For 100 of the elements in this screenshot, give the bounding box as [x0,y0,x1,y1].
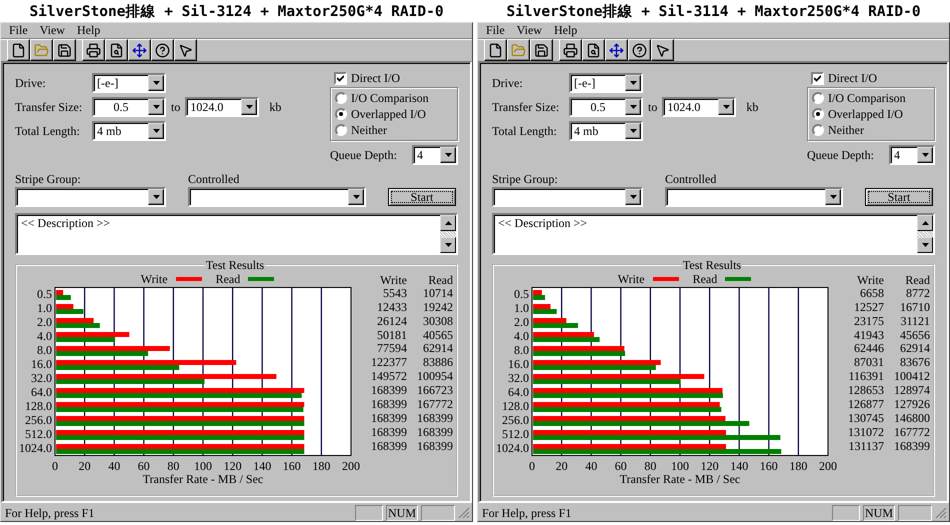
table-cell-text: 62446 [853,341,884,356]
category-label: 256.0 [25,413,52,427]
tick-label: 0 [529,459,535,473]
menu-item[interactable]: View [512,23,546,38]
menu-item[interactable]: Help [550,23,582,38]
radio-button[interactable] [812,108,824,120]
open-button[interactable] [507,39,530,61]
table-cell-text: 62914 [422,341,453,356]
table-cell-text: 26124 [376,314,407,328]
table-cell-text: 168399 [370,438,407,453]
scrollbar[interactable] [917,215,933,253]
magnifier-page-icon [109,42,124,58]
table-cell-text: 30308 [422,314,453,328]
print-button[interactable] [82,39,105,61]
total-length-dropdown[interactable]: 4 mb [569,121,643,141]
legend-label: Write [618,272,645,286]
field-label: Drive: [15,76,47,90]
caret-icon [630,105,636,109]
panel-title: Test Results [682,259,742,271]
table-cell-text: 12433 [376,300,407,314]
menu-item[interactable]: File [482,23,509,38]
controlled-dropdown[interactable] [665,187,843,207]
field-label: Stripe Group: [492,172,559,186]
category-label: 16.0 [508,357,529,371]
pointer-icon [178,42,193,58]
legend-label: Read [216,272,240,286]
table-cell-text: 62914 [899,341,930,356]
menu-item[interactable]: Help [72,23,104,38]
open-button[interactable] [30,39,53,61]
size-grip-icon [935,507,947,519]
context-help-button[interactable] [174,39,197,61]
radio-button[interactable] [335,124,347,136]
save-button[interactable] [530,39,553,61]
move-button[interactable] [128,39,151,61]
tick-label: 120 [700,459,719,473]
transfer-size-dropdown[interactable]: 0.5 [92,97,166,117]
menu-item[interactable]: File [5,23,32,38]
table-cell-text: 116391 [847,369,884,384]
queue-depth-dropdown[interactable]: 4 [412,145,458,165]
tick-label: 60 [138,459,150,473]
start-button[interactable]: Start [388,188,456,206]
category-label: 32.0 [31,371,52,385]
context-help-button[interactable] [651,39,674,61]
write-bar [56,290,64,295]
print-button[interactable] [559,39,582,61]
transfer-size-dropdown[interactable]: 0.5 [569,97,643,117]
move-button[interactable] [605,39,628,61]
start-button[interactable]: Start [865,188,933,206]
table-cell-text: 168399 [370,383,407,398]
category-label: 16.0 [31,357,52,371]
radio-button[interactable] [335,108,347,120]
table-cell-text: 168399 [370,410,407,425]
four-way-arrow-icon [609,42,624,58]
category-label: 8.0 [514,343,529,357]
drive-dropdown[interactable]: [-e-] [569,73,643,93]
unit-label: kb [746,100,758,114]
radio-button[interactable] [812,124,824,136]
table-cell-text: 87031 [853,355,884,370]
total-length-dropdown[interactable]: 4 mb [92,121,166,141]
print-preview-button[interactable] [582,39,605,61]
stripe-group-dropdown[interactable] [15,187,166,207]
read-bar [533,295,546,300]
tick-label: 20 [78,459,91,473]
save-button[interactable] [53,39,76,61]
write-bar [533,290,542,295]
radio-button[interactable] [812,92,824,104]
table-cell-text: 167772 [893,424,930,439]
description-field[interactable]: << Description >> [492,213,935,255]
checkbox[interactable] [334,72,347,84]
axis-title: Transfer Rate - MB / Sec [620,472,740,486]
description-field[interactable]: << Description >> [15,213,458,255]
stripe-group-dropdown[interactable] [492,187,643,207]
new-button[interactable] [7,39,30,61]
caret-icon [152,195,160,199]
read-bar [533,337,600,342]
table-cell-text: 128653 [847,383,884,398]
radio-button[interactable] [335,92,347,104]
drive-dropdown[interactable]: [-e-] [92,73,166,93]
transfer-size-dropdown[interactable]: 1024.0 [185,97,260,117]
read-bar [56,323,100,328]
field-label: Total Length: [492,124,558,138]
help-button[interactable] [151,39,174,61]
table-cell-text: 168399 [416,424,453,439]
new-button[interactable] [484,39,507,61]
menu-item[interactable]: View [36,23,69,38]
print-preview-button[interactable] [105,39,128,61]
radio-label: Overlapped I/O [351,106,426,122]
help-button[interactable] [628,39,651,61]
table-cell-text: 149572 [370,369,407,384]
table-cell-text: 168399 [370,397,407,411]
controlled-dropdown[interactable] [188,187,366,207]
scrollbar[interactable] [440,215,456,253]
checkbox[interactable] [811,72,824,84]
caret-icon [630,81,636,85]
write-bar [533,318,566,323]
queue-depth-dropdown[interactable]: 4 [889,145,935,165]
table-cell-text: 131072 [847,424,884,439]
checkbox-label: Direct I/O [351,70,400,86]
tick-label: 140 [730,459,748,473]
transfer-size-dropdown[interactable]: 1024.0 [662,97,736,117]
